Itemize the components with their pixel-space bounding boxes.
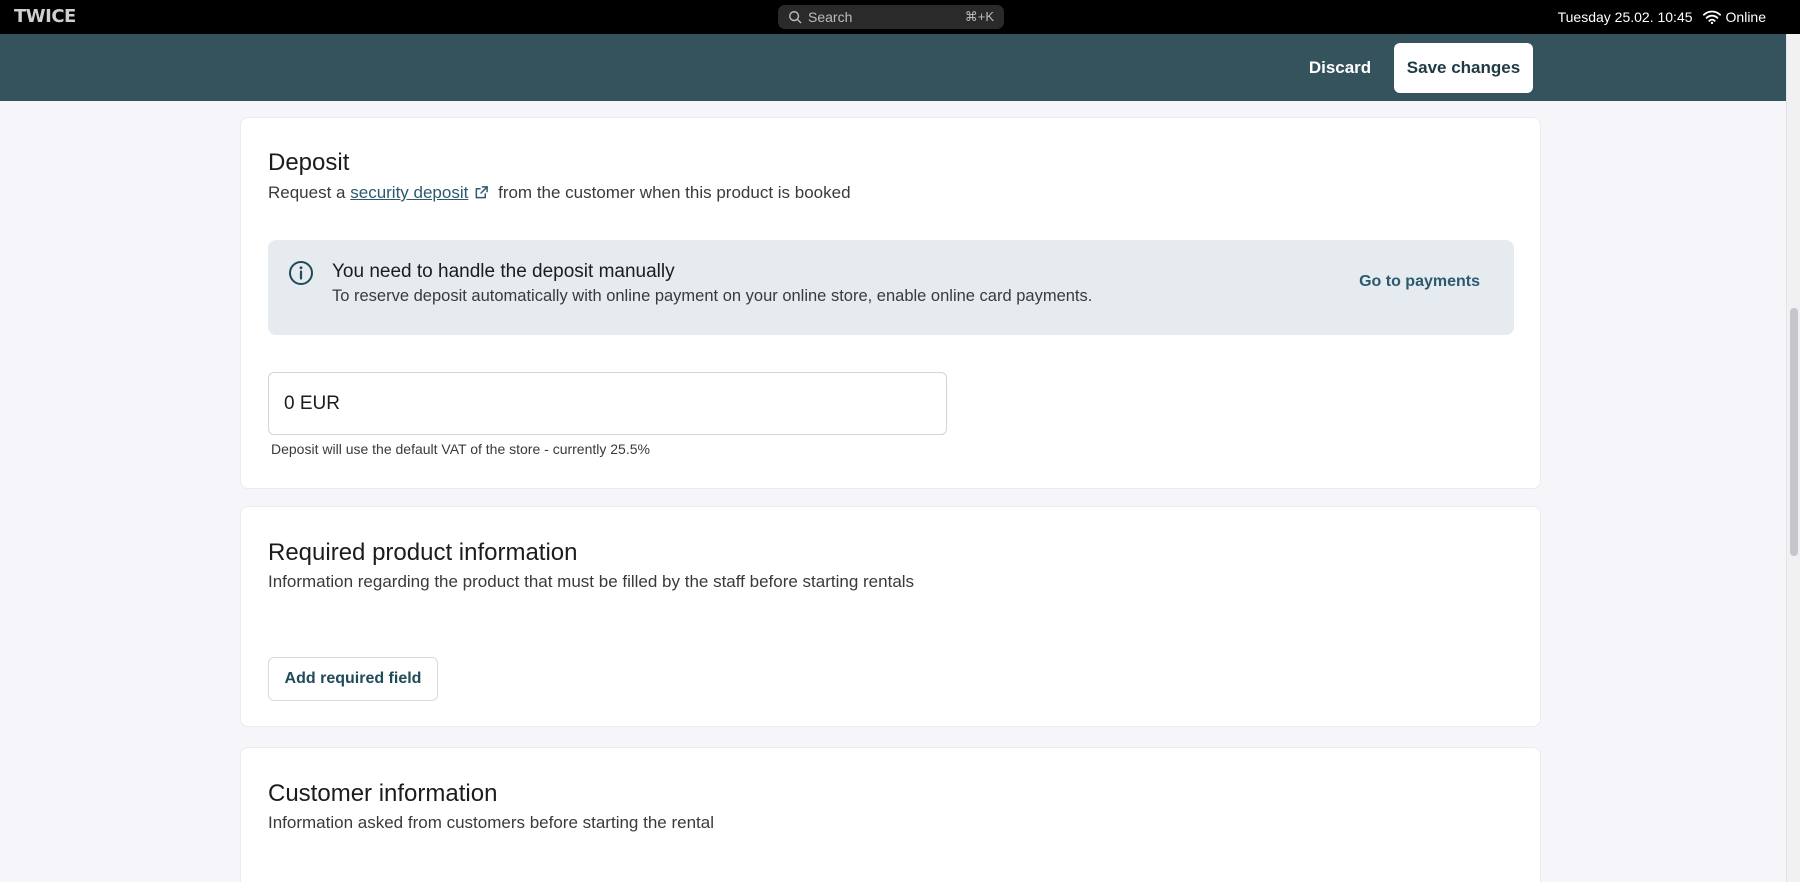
external-link-icon[interactable] <box>474 185 489 200</box>
scrollbar-thumb[interactable] <box>1790 308 1798 556</box>
search-shortcut: ⌘+K <box>964 9 994 24</box>
deposit-amount-input[interactable] <box>268 372 947 435</box>
deposit-desc-prefix: Request a <box>268 183 346 202</box>
system-bar: TWICE Search ⌘+K Tuesday 25.02. 10:45 On… <box>0 0 1800 34</box>
datetime: Tuesday 25.02. 10:45 <box>1557 9 1693 25</box>
deposit-description: Request a security deposit from the cust… <box>268 183 851 203</box>
deposit-desc-suffix: from the customer when this product is b… <box>498 183 851 202</box>
wifi-icon <box>1702 10 1721 25</box>
action-header: Discard Save changes <box>0 34 1786 101</box>
deposit-helper-text: Deposit will use the default VAT of the … <box>271 441 650 457</box>
manual-deposit-notice: You need to handle the deposit manually … <box>268 240 1514 335</box>
network-status: Online <box>1725 9 1766 25</box>
deposit-card: Deposit Request a security deposit from … <box>240 117 1541 489</box>
notice-title: You need to handle the deposit manually <box>332 261 675 282</box>
search-box[interactable]: Search ⌘+K <box>778 5 1004 29</box>
customer-info-title: Customer information <box>268 780 498 807</box>
save-changes-button[interactable]: Save changes <box>1394 43 1533 93</box>
deposit-title: Deposit <box>268 149 350 176</box>
required-product-info-card: Required product information Information… <box>240 506 1541 727</box>
go-to-payments-link[interactable]: Go to payments <box>1359 273 1480 291</box>
search-placeholder: Search <box>808 9 853 25</box>
add-required-field-button[interactable]: Add required field <box>268 657 438 701</box>
discard-button[interactable]: Discard <box>1298 43 1382 92</box>
page-scrollbar[interactable] <box>1786 34 1800 882</box>
notice-text: To reserve deposit automatically with on… <box>332 287 1093 305</box>
customer-info-card: Customer information Information asked f… <box>240 747 1541 882</box>
app-logo: TWICE <box>14 6 76 27</box>
search-icon <box>789 11 802 24</box>
info-icon <box>289 261 313 285</box>
security-deposit-link[interactable]: security deposit <box>350 183 468 202</box>
required-info-description: Information regarding the product that m… <box>268 572 915 591</box>
system-status: Tuesday 25.02. 10:45 Online <box>1558 0 1766 34</box>
required-info-title: Required product information <box>268 539 578 566</box>
customer-info-description: Information asked from customers before … <box>268 813 714 832</box>
